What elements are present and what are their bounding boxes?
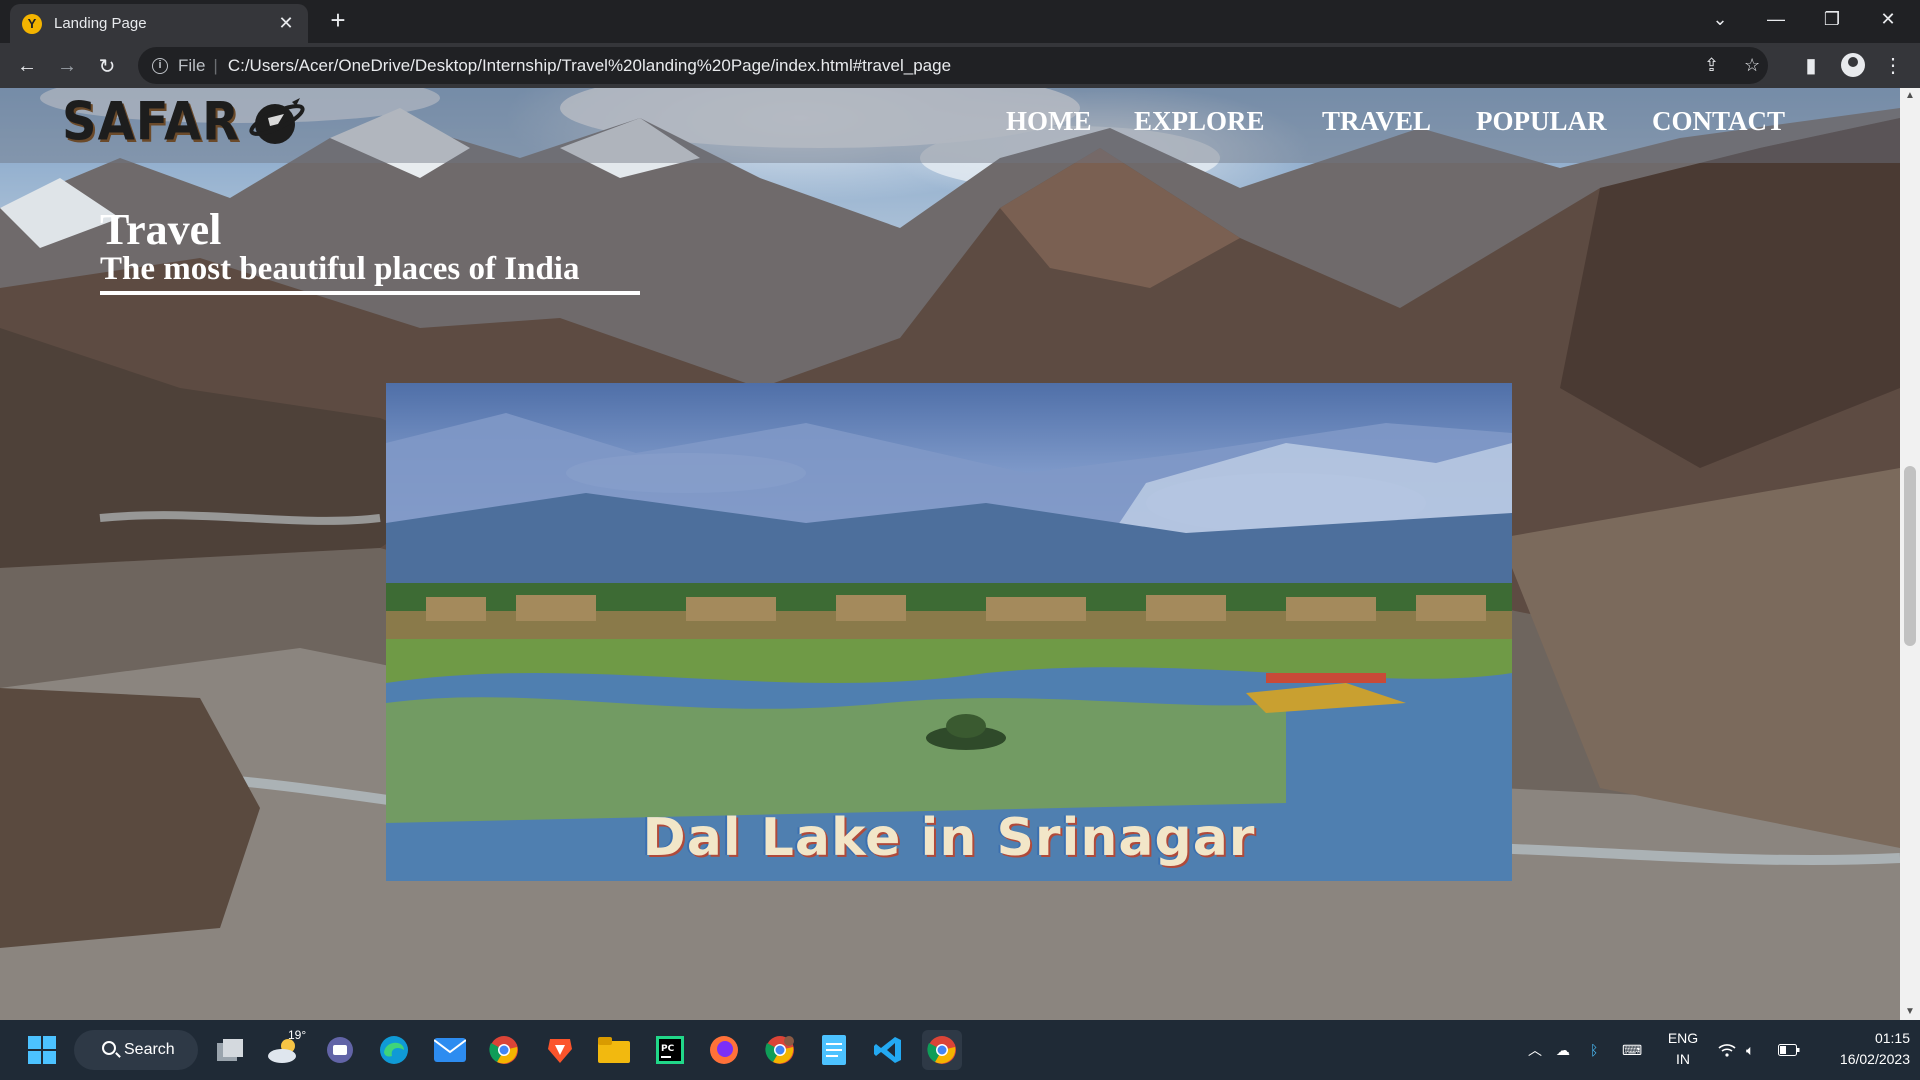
edge-icon[interactable] — [374, 1030, 414, 1070]
address-bar[interactable]: i File | C:/Users/Acer/OneDrive/Desktop/… — [138, 47, 1768, 84]
nav-contact[interactable]: CONTACT — [1652, 106, 1785, 137]
file-explorer-icon[interactable] — [594, 1030, 634, 1070]
page-viewport: SAFAR HOME EXPLORE TRAVEL POPULAR CONTAC… — [0, 88, 1900, 1020]
svg-text:PC: PC — [661, 1044, 675, 1054]
tab-search-icon[interactable]: ⌄ — [1692, 0, 1748, 38]
bluetooth-icon[interactable]: ᛒ — [1590, 1020, 1598, 1080]
search-icon — [102, 1041, 116, 1055]
page-subtitle: The most beautiful places of India — [100, 251, 580, 287]
wifi-icon[interactable] — [1718, 1020, 1736, 1080]
tab-bar: Y Landing Page ✕ + ⌄ — ❐ ✕ — [0, 0, 1920, 43]
page-title: Travel — [100, 205, 222, 254]
restore-icon[interactable]: ❐ — [1804, 0, 1860, 38]
chrome-active-icon[interactable] — [922, 1030, 962, 1070]
clock-time: 01:15 — [1874, 1030, 1910, 1046]
url-separator: | — [213, 55, 218, 75]
new-tab-button[interactable]: + — [324, 6, 352, 34]
globe-plane-icon — [249, 98, 305, 144]
taskbar-search-label: Search — [124, 1041, 175, 1058]
mail-icon[interactable] — [430, 1030, 470, 1070]
scrollbar-thumb[interactable] — [1904, 466, 1916, 646]
onedrive-icon[interactable]: ☁ — [1556, 1020, 1570, 1080]
weather-icon[interactable]: 19° — [264, 1028, 307, 1070]
reload-icon[interactable]: ↻ — [92, 51, 122, 81]
taskbar: Search 19° PC ︿ ☁ ᛒ ⌨ ENG IN 🔈︎ 01:15 16… — [0, 1020, 1920, 1080]
site-header: SAFAR HOME EXPLORE TRAVEL POPULAR CONTAC… — [0, 88, 1900, 163]
logo-text: SAFAR — [62, 91, 241, 153]
firefox-icon[interactable] — [704, 1030, 744, 1070]
slide-image — [386, 413, 1512, 881]
task-view-icon[interactable] — [210, 1030, 250, 1070]
share-icon[interactable]: ⇪ — [1704, 47, 1719, 84]
url-scheme: File — [178, 55, 206, 75]
language-indicator[interactable]: ENG IN — [1665, 1028, 1701, 1070]
url-text[interactable]: C:/Users/Acer/OneDrive/Desktop/Internshi… — [228, 56, 951, 76]
chevron-up-icon[interactable]: ︿ — [1528, 1020, 1542, 1080]
chrome-icon[interactable] — [484, 1030, 524, 1070]
chrome-profile-icon[interactable] — [760, 1030, 800, 1070]
safar-logo[interactable]: SAFAR — [62, 91, 306, 153]
taskbar-search[interactable]: Search — [74, 1030, 198, 1070]
forward-icon[interactable]: → — [52, 51, 82, 81]
lang-code: ENG — [1667, 1030, 1699, 1046]
nav-popular[interactable]: POPULAR — [1476, 106, 1607, 137]
keyboard-icon[interactable]: ⌨ — [1622, 1020, 1642, 1080]
battery-icon[interactable] — [1778, 1020, 1800, 1080]
notepad-icon[interactable] — [814, 1030, 854, 1070]
weather-temp: 19° — [288, 1028, 307, 1042]
pycharm-icon[interactable]: PC — [650, 1030, 690, 1070]
start-icon[interactable] — [22, 1030, 62, 1070]
info-icon[interactable]: i — [152, 57, 168, 74]
scroll-down-icon[interactable]: ▼ — [1900, 1004, 1920, 1020]
destination-slideshow[interactable]: Dal Lake in Srinagar — [386, 383, 1512, 881]
tab-landing-page[interactable]: Y Landing Page ✕ — [10, 4, 308, 43]
volume-icon[interactable]: 🔈︎ — [1746, 1020, 1754, 1080]
nav-home[interactable]: HOME — [1006, 106, 1092, 137]
browser-toolbar: ← → ↻ i File | C:/Users/Acer/OneDrive/De… — [0, 43, 1920, 88]
nav-explore[interactable]: EXPLORE — [1134, 106, 1265, 137]
system-clock[interactable]: 01:15 16/02/2023 — [1820, 1028, 1910, 1070]
minimize-icon[interactable]: — — [1748, 0, 1804, 38]
menu-icon[interactable]: ⋮ — [1878, 50, 1908, 80]
back-icon[interactable]: ← — [12, 51, 42, 81]
clock-date: 16/02/2023 — [1839, 1051, 1910, 1067]
region-code: IN — [1676, 1051, 1690, 1067]
nav-travel[interactable]: TRAVEL — [1322, 106, 1431, 137]
vscode-icon[interactable] — [868, 1030, 908, 1070]
star-icon[interactable]: ☆ — [1744, 47, 1760, 84]
page-scrollbar[interactable]: ▲ ▼ — [1900, 88, 1920, 1020]
tab-title: Landing Page — [54, 15, 147, 32]
brave-icon[interactable] — [540, 1030, 580, 1070]
side-panel-icon[interactable]: ▮ — [1796, 50, 1826, 80]
tab-close-icon[interactable]: ✕ — [276, 13, 296, 34]
yahoo-favicon-icon: Y — [22, 13, 42, 34]
close-window-icon[interactable]: ✕ — [1860, 0, 1916, 38]
teams-icon[interactable] — [320, 1030, 360, 1070]
slide-caption: Dal Lake in Srinagar — [642, 808, 1256, 868]
scroll-up-icon[interactable]: ▲ — [1900, 88, 1920, 104]
profile-icon[interactable] — [1838, 50, 1868, 80]
title-underline — [100, 291, 640, 295]
